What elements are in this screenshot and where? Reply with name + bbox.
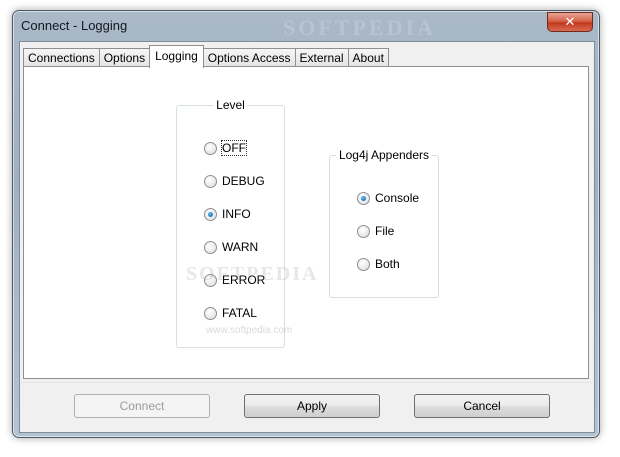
logging-panel: Level OFF DEBUG INFO WARN ERROR FATAL Lo… <box>23 66 589 379</box>
radio-debug[interactable] <box>204 174 217 188</box>
level-group: Level OFF DEBUG INFO WARN ERROR FATAL <box>176 98 285 348</box>
level-group-title: Level <box>213 98 248 112</box>
radio-off[interactable] <box>204 141 217 155</box>
appenders-group: Log4j Appenders Console File Both <box>329 148 439 298</box>
appenders-group-title: Log4j Appenders <box>335 148 433 162</box>
appender-console-label: Console <box>375 191 420 205</box>
level-warn-option[interactable]: WARN <box>204 240 258 254</box>
level-fatal-label: FATAL <box>222 306 257 320</box>
appender-console-option[interactable]: Console <box>357 191 419 205</box>
level-off-label: OFF <box>221 140 247 156</box>
tab-strip: Connections Options Logging Options Acce… <box>23 45 389 68</box>
tab-about[interactable]: About <box>347 48 389 68</box>
radio-warn[interactable] <box>204 240 217 254</box>
tab-external[interactable]: External <box>294 48 349 68</box>
level-debug-option[interactable]: DEBUG <box>204 174 265 188</box>
radio-info[interactable] <box>204 207 217 221</box>
appender-both-option[interactable]: Both <box>357 257 400 271</box>
level-info-option[interactable]: INFO <box>204 207 251 221</box>
close-button[interactable]: ✕ <box>547 12 593 32</box>
button-area-divider <box>20 382 594 383</box>
title-bar[interactable]: Connect - Logging SOFTPEDIA ✕ <box>13 11 599 41</box>
level-warn-label: WARN <box>222 240 259 254</box>
connect-button[interactable]: Connect <box>74 394 210 418</box>
level-info-label: INFO <box>222 207 251 221</box>
center-watermark: SOFTPEDIA <box>186 263 319 285</box>
appender-file-label: File <box>375 224 395 238</box>
close-icon: ✕ <box>564 14 576 30</box>
tab-options-access[interactable]: Options Access <box>202 48 296 68</box>
tab-logging[interactable]: Logging <box>149 45 204 68</box>
level-debug-label: DEBUG <box>222 174 265 188</box>
radio-both[interactable] <box>357 257 370 271</box>
appender-file-option[interactable]: File <box>357 224 394 238</box>
softpedia-watermark: SOFTPEDIA <box>283 15 436 40</box>
client-area: Connections Options Logging Options Acce… <box>19 41 595 433</box>
radio-console[interactable] <box>357 191 370 205</box>
center-watermark-url: www.softpedia.com <box>206 325 293 336</box>
radio-fatal[interactable] <box>204 306 217 320</box>
tab-connections[interactable]: Connections <box>23 48 100 68</box>
dialog-window: Connect - Logging SOFTPEDIA ✕ Connection… <box>12 10 600 438</box>
window-title: Connect - Logging <box>21 18 128 33</box>
apply-button[interactable]: Apply <box>244 394 380 418</box>
cancel-button[interactable]: Cancel <box>414 394 550 418</box>
radio-file[interactable] <box>357 224 370 238</box>
level-fatal-option[interactable]: FATAL <box>204 306 257 320</box>
appender-both-label: Both <box>375 257 400 271</box>
level-off-option[interactable]: OFF <box>204 140 247 156</box>
tab-options[interactable]: Options <box>98 48 151 68</box>
